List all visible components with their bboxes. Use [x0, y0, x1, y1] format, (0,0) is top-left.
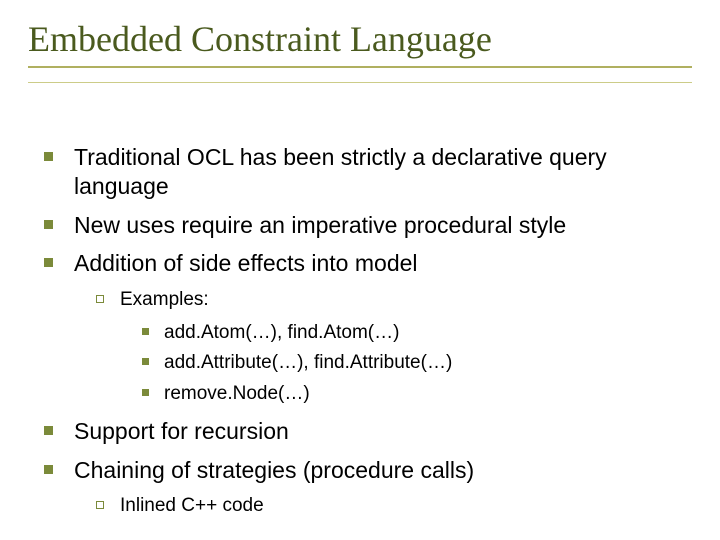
sub-bullet-item: Inlined C++ code	[96, 494, 692, 519]
subsub-bullet-item: add.Atom(…), find.Atom(…)	[142, 321, 692, 346]
sub-bullet-text: Examples:	[120, 289, 209, 310]
subsub-bullet-list: add.Atom(…), find.Atom(…) add.Attribute(…	[142, 321, 692, 407]
bullet-list: Traditional OCL has been strictly a decl…	[44, 143, 692, 519]
bullet-item: New uses require an imperative procedura…	[44, 211, 692, 240]
bullet-item: Support for recursion	[44, 417, 692, 446]
subsub-bullet-item: add.Attribute(…), find.Attribute(…)	[142, 351, 692, 376]
sub-bullet-item: Examples: add.Atom(…), find.Atom(…) add.…	[96, 288, 692, 407]
title-underline	[28, 82, 692, 83]
slide-title: Embedded Constraint Language	[28, 18, 692, 68]
subsub-bullet-item: remove.Node(…)	[142, 382, 692, 407]
bullet-item: Chaining of strategies (procedure calls)…	[44, 456, 692, 519]
sub-bullet-list: Inlined C++ code	[96, 494, 692, 519]
bullet-item: Addition of side effects into model Exam…	[44, 249, 692, 407]
sub-bullet-list: Examples: add.Atom(…), find.Atom(…) add.…	[96, 288, 692, 407]
bullet-text: Chaining of strategies (procedure calls)	[74, 457, 474, 483]
bullet-text: Addition of side effects into model	[74, 250, 418, 276]
bullet-item: Traditional OCL has been strictly a decl…	[44, 143, 692, 201]
slide: Embedded Constraint Language Traditional…	[0, 0, 720, 540]
